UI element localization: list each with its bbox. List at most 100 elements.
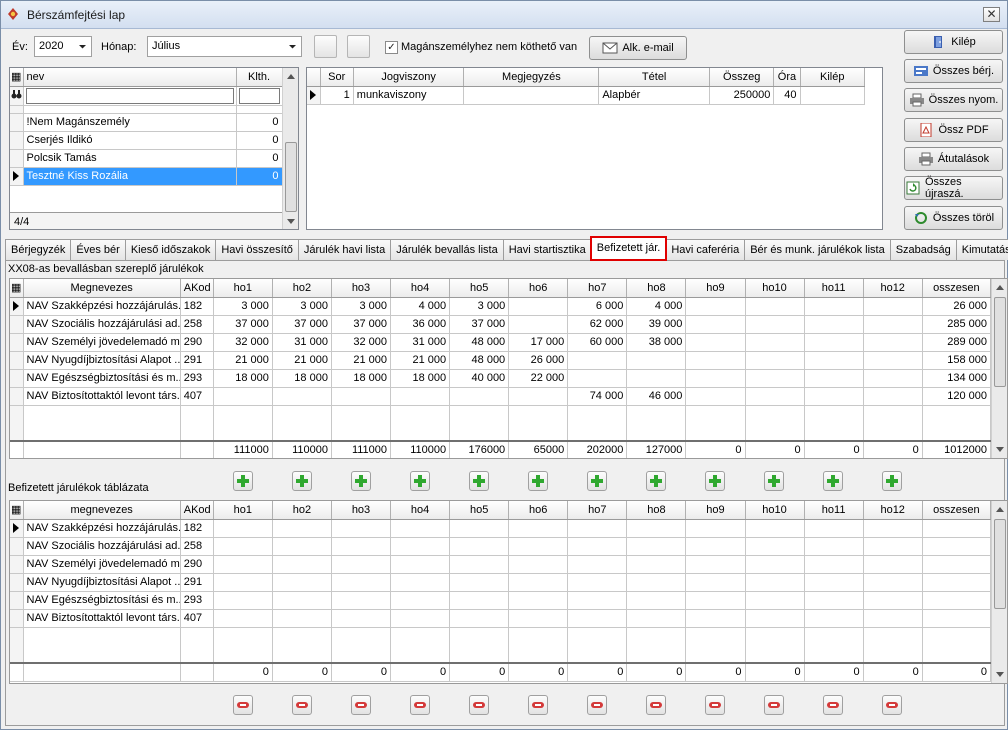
col-header-ora[interactable]: Óra [773, 68, 801, 87]
month-value[interactable] [863, 573, 923, 592]
col-header-megjegyzes[interactable]: Megjegyzés [463, 68, 600, 87]
table-row[interactable]: NAV Nyugdíjbiztosítási Alapot ... 291 21 0… [10, 351, 992, 370]
month-value[interactable] [745, 519, 805, 538]
plus-icon[interactable] [233, 471, 253, 491]
month-value[interactable] [685, 315, 746, 334]
tab-havi-osszesito[interactable]: Havi összesítő [215, 239, 299, 260]
tab-havi-statisztika[interactable]: Havi startisztika [502, 239, 592, 260]
month-value[interactable]: 37 000 [449, 315, 510, 334]
tab-havi-cafeteria[interactable]: Havi caferéria [665, 239, 746, 260]
month-value[interactable] [863, 369, 923, 388]
month-value[interactable] [745, 369, 805, 388]
month-value[interactable] [390, 555, 451, 574]
col-header[interactable]: Megnevezes [23, 279, 181, 298]
month-value[interactable] [804, 315, 864, 334]
month-value[interactable] [508, 315, 569, 334]
table-row[interactable]: NAV Nyugdíjbiztosítási Alapot ... 291 [10, 573, 992, 592]
month-value[interactable] [626, 609, 687, 628]
month-value[interactable] [626, 351, 687, 370]
month-value[interactable] [272, 519, 332, 538]
month-value[interactable] [331, 573, 392, 592]
col-header[interactable]: ho11 [804, 501, 864, 520]
month-value[interactable] [567, 573, 628, 592]
plus-icon[interactable] [823, 471, 843, 491]
plus-icon[interactable] [292, 471, 312, 491]
month-value[interactable] [449, 519, 510, 538]
month-value[interactable]: 48 000 [449, 333, 510, 352]
month-value[interactable] [508, 537, 569, 556]
minus-icon[interactable] [646, 695, 666, 715]
month-value[interactable]: 4 000 [390, 297, 451, 316]
grid-settings-icon[interactable]: ▦ [10, 501, 24, 520]
month-value[interactable] [390, 519, 451, 538]
tab-eves-ber[interactable]: Éves bér [70, 239, 126, 260]
month-value[interactable] [745, 297, 805, 316]
print-all-button[interactable]: Összes nyom. [904, 88, 1003, 112]
month-value[interactable] [567, 351, 628, 370]
month-value[interactable] [272, 591, 332, 610]
month-value[interactable] [804, 537, 864, 556]
month-value[interactable] [331, 537, 392, 556]
month-value[interactable]: 21 000 [213, 351, 273, 370]
col-header[interactable]: ho4 [390, 501, 451, 520]
col-header[interactable]: ho5 [449, 501, 510, 520]
minus-icon[interactable] [705, 695, 725, 715]
month-value[interactable]: 32 000 [331, 333, 392, 352]
month-value[interactable]: 26 000 [508, 351, 569, 370]
tab-jarulek-bevallas-lista[interactable]: Járulék bevallás lista [390, 239, 504, 260]
col-header[interactable]: ho5 [449, 279, 510, 298]
recalc-all-button[interactable]: Összes újraszá. [904, 176, 1003, 200]
list-item[interactable]: Cserjés Ildikó 0 [10, 131, 283, 150]
month-value[interactable] [804, 333, 864, 352]
month-value[interactable]: 4 000 [626, 297, 687, 316]
month-value[interactable] [331, 609, 392, 628]
col-header[interactable]: ho7 [567, 501, 628, 520]
col-header-name[interactable]: nev [23, 68, 237, 87]
month-value[interactable] [508, 519, 569, 538]
month-value[interactable] [863, 387, 923, 406]
name-filter-input[interactable] [25, 87, 234, 104]
plus-icon[interactable] [882, 471, 902, 491]
month-value[interactable] [804, 609, 864, 628]
month-value[interactable] [745, 387, 805, 406]
month-value[interactable] [213, 573, 273, 592]
col-header[interactable]: ho12 [863, 279, 923, 298]
month-value[interactable] [449, 609, 510, 628]
minus-icon[interactable] [764, 695, 784, 715]
month-value[interactable]: 37 000 [213, 315, 273, 334]
klth-filter-input[interactable] [238, 87, 280, 104]
month-value[interactable] [508, 297, 569, 316]
month-value[interactable] [804, 555, 864, 574]
month-value[interactable] [804, 519, 864, 538]
month-value[interactable]: 6 000 [567, 297, 628, 316]
col-header[interactable]: ho10 [745, 279, 805, 298]
month-value[interactable] [804, 297, 864, 316]
col-header[interactable]: ho9 [685, 279, 746, 298]
col-header[interactable]: ho6 [508, 501, 569, 520]
plus-icon[interactable] [528, 471, 548, 491]
month-value[interactable] [567, 519, 628, 538]
tab-ber-es-munk-jarulekok[interactable]: Bér és munk. járulékok lista [744, 239, 891, 260]
month-value[interactable] [331, 387, 392, 406]
month-value[interactable] [745, 315, 805, 334]
month-value[interactable] [449, 537, 510, 556]
private-person-checkbox[interactable]: ✓ [385, 41, 398, 54]
people-scrollbar[interactable] [282, 68, 298, 229]
month-value[interactable]: 18 000 [331, 369, 392, 388]
minus-icon[interactable] [528, 695, 548, 715]
month-value[interactable]: 74 000 [567, 387, 628, 406]
month-value[interactable]: 3 000 [331, 297, 392, 316]
col-header[interactable]: ho3 [331, 501, 392, 520]
month-value[interactable] [390, 573, 451, 592]
transfers-button[interactable]: Átutalások [904, 147, 1003, 171]
month-value[interactable] [685, 591, 746, 610]
month-value[interactable] [863, 315, 923, 334]
col-header[interactable]: ho2 [272, 279, 332, 298]
month-value[interactable] [626, 537, 687, 556]
month-value[interactable] [272, 573, 332, 592]
month-value[interactable] [685, 519, 746, 538]
month-value[interactable]: 32 000 [213, 333, 273, 352]
month-value[interactable] [449, 387, 510, 406]
tab-berjegyzek[interactable]: Bérjegyzék [5, 239, 72, 260]
month-value[interactable] [685, 351, 746, 370]
